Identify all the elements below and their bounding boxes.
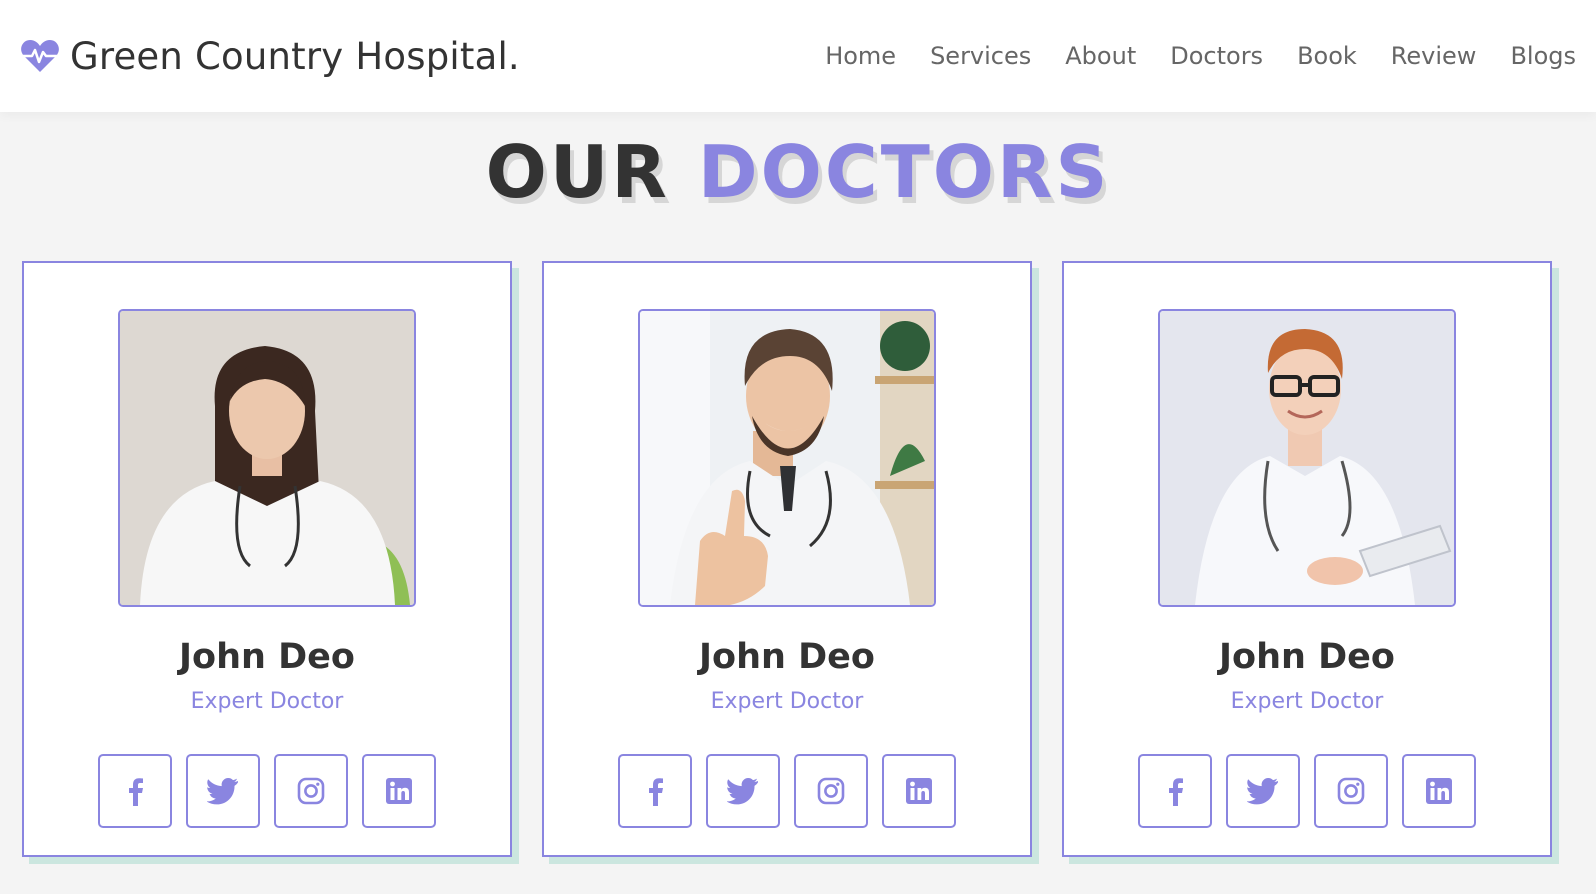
- twitter-icon: [207, 778, 238, 805]
- doctor-title: Expert Doctor: [710, 689, 864, 714]
- linkedin-icon: [906, 778, 932, 804]
- facebook-icon: [129, 778, 143, 806]
- doctor-card: John Deo Expert Doctor: [22, 261, 512, 857]
- facebook-icon: [649, 778, 663, 806]
- twitter-icon: [1247, 778, 1278, 805]
- doctor-name: John Deo: [1219, 637, 1395, 677]
- nav-doctors[interactable]: Doctors: [1170, 42, 1263, 70]
- facebook-link[interactable]: [98, 754, 172, 828]
- doctor-title: Expert Doctor: [190, 689, 344, 714]
- heartbeat-icon: [20, 38, 60, 74]
- nav-services[interactable]: Services: [930, 42, 1031, 70]
- doctor-photo: [638, 309, 936, 607]
- brand-name: Green Country Hospital.: [70, 34, 520, 78]
- doctor-title: Expert Doctor: [1230, 689, 1384, 714]
- instagram-icon: [297, 777, 325, 805]
- nav-book[interactable]: Book: [1297, 42, 1357, 70]
- twitter-link[interactable]: [1226, 754, 1300, 828]
- instagram-link[interactable]: [274, 754, 348, 828]
- twitter-link[interactable]: [186, 754, 260, 828]
- doctor-card: John Deo Expert Doctor: [542, 261, 1032, 857]
- social-links: [618, 754, 956, 828]
- doctor-card: John Deo Expert Doctor: [1062, 261, 1552, 857]
- doctor-name: John Deo: [699, 637, 875, 677]
- nav-about[interactable]: About: [1065, 42, 1136, 70]
- social-links: [1138, 754, 1476, 828]
- linkedin-icon: [1426, 778, 1452, 804]
- linkedin-link[interactable]: [1402, 754, 1476, 828]
- instagram-link[interactable]: [794, 754, 868, 828]
- instagram-icon: [1337, 777, 1365, 805]
- doctor-cards: John Deo Expert Doctor John Deo Expert D…: [22, 261, 1552, 857]
- brand-logo[interactable]: Green Country Hospital.: [20, 35, 520, 78]
- linkedin-link[interactable]: [362, 754, 436, 828]
- heading-our: OUR: [485, 130, 670, 214]
- instagram-icon: [817, 777, 845, 805]
- section-heading: OUR DOCTORS: [0, 130, 1596, 214]
- twitter-link[interactable]: [706, 754, 780, 828]
- doctor-name: John Deo: [179, 637, 355, 677]
- social-links: [98, 754, 436, 828]
- site-header: Green Country Hospital. Home Services Ab…: [0, 0, 1596, 112]
- instagram-link[interactable]: [1314, 754, 1388, 828]
- main-nav: Home Services About Doctors Book Review …: [825, 42, 1576, 70]
- nav-home[interactable]: Home: [825, 42, 896, 70]
- facebook-link[interactable]: [1138, 754, 1212, 828]
- twitter-icon: [727, 778, 758, 805]
- doctor-photo: [1158, 309, 1456, 607]
- facebook-icon: [1169, 778, 1183, 806]
- linkedin-icon: [386, 778, 412, 804]
- doctor-photo: [118, 309, 416, 607]
- facebook-link[interactable]: [618, 754, 692, 828]
- nav-review[interactable]: Review: [1391, 42, 1477, 70]
- linkedin-link[interactable]: [882, 754, 956, 828]
- heading-doctors: DOCTORS: [697, 130, 1111, 214]
- nav-blogs[interactable]: Blogs: [1510, 42, 1576, 70]
